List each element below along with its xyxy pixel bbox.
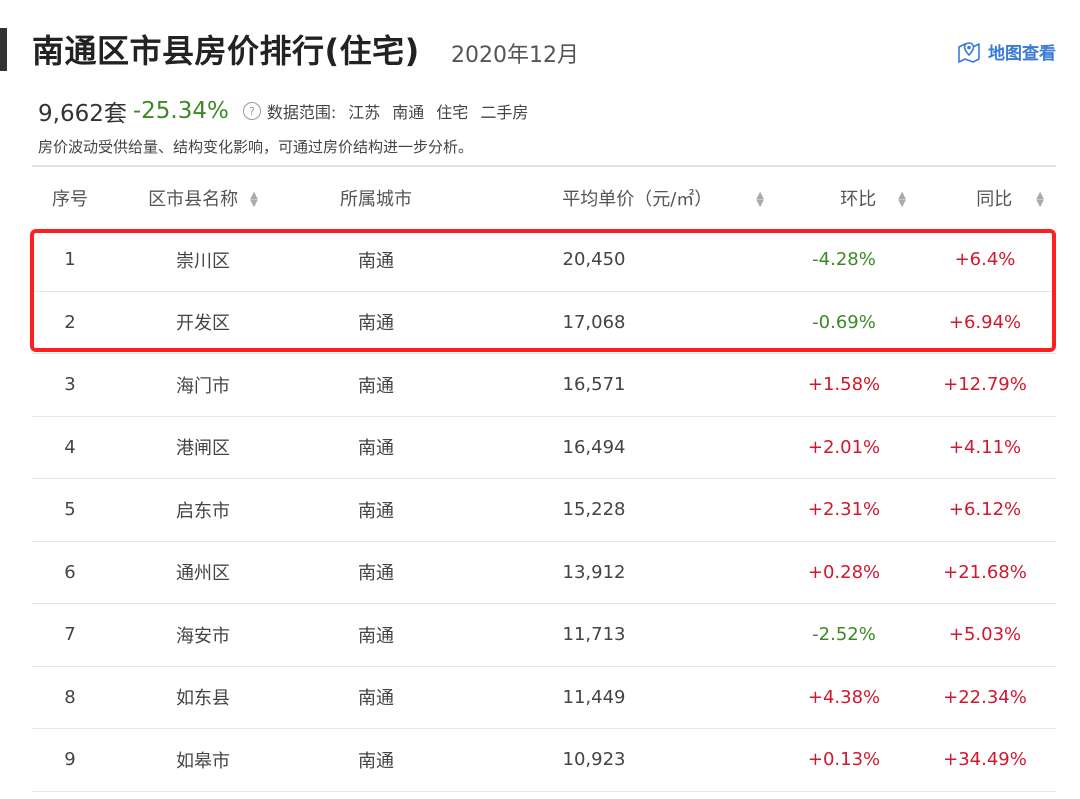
row-mom-change: +0.28% <box>774 541 914 604</box>
row-index: 4 <box>32 416 108 479</box>
col-header-yoy[interactable]: 同比 ▲ ▼ <box>914 167 1056 229</box>
row-district-name: 如东县 <box>108 666 298 729</box>
table-row[interactable]: 2 开发区 南通 17,068 -0.69% +6.94% <box>32 291 1056 354</box>
row-yoy-change: +21.68% <box>914 541 1056 604</box>
row-mom-change: +4.38% <box>774 666 914 729</box>
row-avg-price: 11,449 <box>454 666 774 729</box>
row-district-name: 海门市 <box>108 353 298 417</box>
row-mom-change: +1.58% <box>774 353 914 417</box>
row-city: 南通 <box>298 728 454 792</box>
question-circle-icon[interactable]: ? <box>242 102 261 120</box>
row-mom-change: -4.28% <box>774 229 914 292</box>
sort-icon[interactable]: ▲ ▼ <box>898 191 906 209</box>
row-index: 3 <box>32 353 108 417</box>
row-avg-price: 13,912 <box>454 541 774 604</box>
scope-type: 住宅 <box>436 103 469 122</box>
ranking-table: 序号 区市县名称 ▲ ▼ 所属城市 平均单价（元/㎡） ▲ ▼ 环比 ▲ ▼ 同比 ▲ ▼ 1崇… <box>32 167 1056 792</box>
row-avg-price: 10,923 <box>454 728 774 792</box>
row-district-name: 海安市 <box>108 603 298 667</box>
row-yoy-change: +5.03% <box>914 603 1056 667</box>
scope-label: 数据范围: <box>266 103 337 122</box>
scope-province: 江苏 <box>348 103 381 122</box>
row-mom-change: +0.13% <box>774 728 914 792</box>
row-mom-change: -0.69% <box>774 291 914 354</box>
row-city: 南通 <box>298 603 454 667</box>
row-yoy-change: +6.4% <box>914 229 1056 292</box>
row-avg-price: 20,450 <box>454 229 774 292</box>
row-yoy-change: +34.49% <box>914 728 1056 792</box>
row-district-name: 如皋市 <box>108 728 298 792</box>
row-city: 南通 <box>298 478 454 542</box>
table-row[interactable]: 6 通州区 南通 13,912 +0.28% +21.68% <box>32 541 1056 604</box>
stats-summary: 9,662套 -25.34% ? 数据范围: 江苏 南通 住宅 二手房 <box>38 94 528 128</box>
row-index: 5 <box>32 478 108 542</box>
row-city: 南通 <box>298 416 454 479</box>
row-avg-price: 16,494 <box>454 416 774 479</box>
row-district-name: 开发区 <box>108 291 298 354</box>
info-note: 房价波动受供给量、结构变化影响，可通过房价结构进一步分析。 <box>38 138 474 156</box>
row-yoy-change: +4.11% <box>914 416 1056 479</box>
row-avg-price: 17,068 <box>454 291 774 354</box>
row-index: 7 <box>32 603 108 667</box>
sort-icon[interactable]: ▲ ▼ <box>250 191 258 209</box>
table-row[interactable]: 9 如皋市 南通 10,923 +0.13% +34.49% <box>32 728 1056 792</box>
row-index: 6 <box>32 541 108 604</box>
sort-icon[interactable]: ▲ ▼ <box>1036 191 1044 209</box>
row-mom-change: -2.52% <box>774 603 914 667</box>
col-header-name[interactable]: 区市县名称 ▲ ▼ <box>108 167 298 229</box>
listing-count: 9,662套 <box>38 101 127 127</box>
row-avg-price: 16,571 <box>454 353 774 417</box>
col-header-mom[interactable]: 环比 ▲ ▼ <box>774 167 914 229</box>
row-mom-change: +2.01% <box>774 416 914 479</box>
table-row[interactable]: 1 崇川区 南通 20,450 -4.28% +6.4% <box>32 229 1056 292</box>
col-header-index: 序号 <box>52 189 88 210</box>
row-district-name: 启东市 <box>108 478 298 542</box>
table-row[interactable]: 4 港闸区 南通 16,494 +2.01% +4.11% <box>32 416 1056 479</box>
col-header-price[interactable]: 平均单价（元/㎡） ▲ ▼ <box>454 167 774 229</box>
sort-icon[interactable]: ▲ ▼ <box>756 191 764 209</box>
row-yoy-change: +22.34% <box>914 666 1056 729</box>
table-header-row: 序号 区市县名称 ▲ ▼ 所属城市 平均单价（元/㎡） ▲ ▼ 环比 ▲ ▼ 同比 ▲ ▼ <box>32 167 1056 229</box>
table-row[interactable]: 5 启东市 南通 15,228 +2.31% +6.12% <box>32 478 1056 542</box>
row-city: 南通 <box>298 666 454 729</box>
row-yoy-change: +6.12% <box>914 478 1056 542</box>
map-view-label: 地图查看 <box>988 43 1056 64</box>
row-index: 1 <box>32 229 108 292</box>
table-row[interactable]: 3 海门市 南通 16,571 +1.58% +12.79% <box>32 353 1056 417</box>
row-city: 南通 <box>298 541 454 604</box>
row-city: 南通 <box>298 353 454 417</box>
table-row[interactable]: 8 如东县 南通 11,449 +4.38% +22.34% <box>32 666 1056 729</box>
row-mom-change: +2.31% <box>774 478 914 542</box>
row-avg-price: 11,713 <box>454 603 774 667</box>
page-title: 南通区市县房价排行(住宅) <box>32 32 420 70</box>
row-city: 南通 <box>298 229 454 292</box>
row-avg-price: 15,228 <box>454 478 774 542</box>
row-index: 9 <box>32 728 108 792</box>
map-pin-icon <box>958 42 980 63</box>
title-accent-bar <box>0 28 7 71</box>
row-yoy-change: +12.79% <box>914 353 1056 417</box>
row-index: 8 <box>32 666 108 729</box>
listing-change: -25.34% <box>132 98 229 124</box>
row-index: 2 <box>32 291 108 354</box>
scope-city: 南通 <box>392 103 425 122</box>
row-district-name: 港闸区 <box>108 416 298 479</box>
scope-market: 二手房 <box>480 103 529 122</box>
row-city: 南通 <box>298 291 454 354</box>
row-district-name: 通州区 <box>108 541 298 604</box>
period-label: 2020年12月 <box>451 43 579 68</box>
row-yoy-change: +6.94% <box>914 291 1056 354</box>
row-district-name: 崇川区 <box>108 229 298 292</box>
table-row[interactable]: 7 海安市 南通 11,713 -2.52% +5.03% <box>32 603 1056 667</box>
col-header-city: 所属城市 <box>340 189 412 210</box>
map-view-link[interactable]: 地图查看 <box>956 38 1056 64</box>
